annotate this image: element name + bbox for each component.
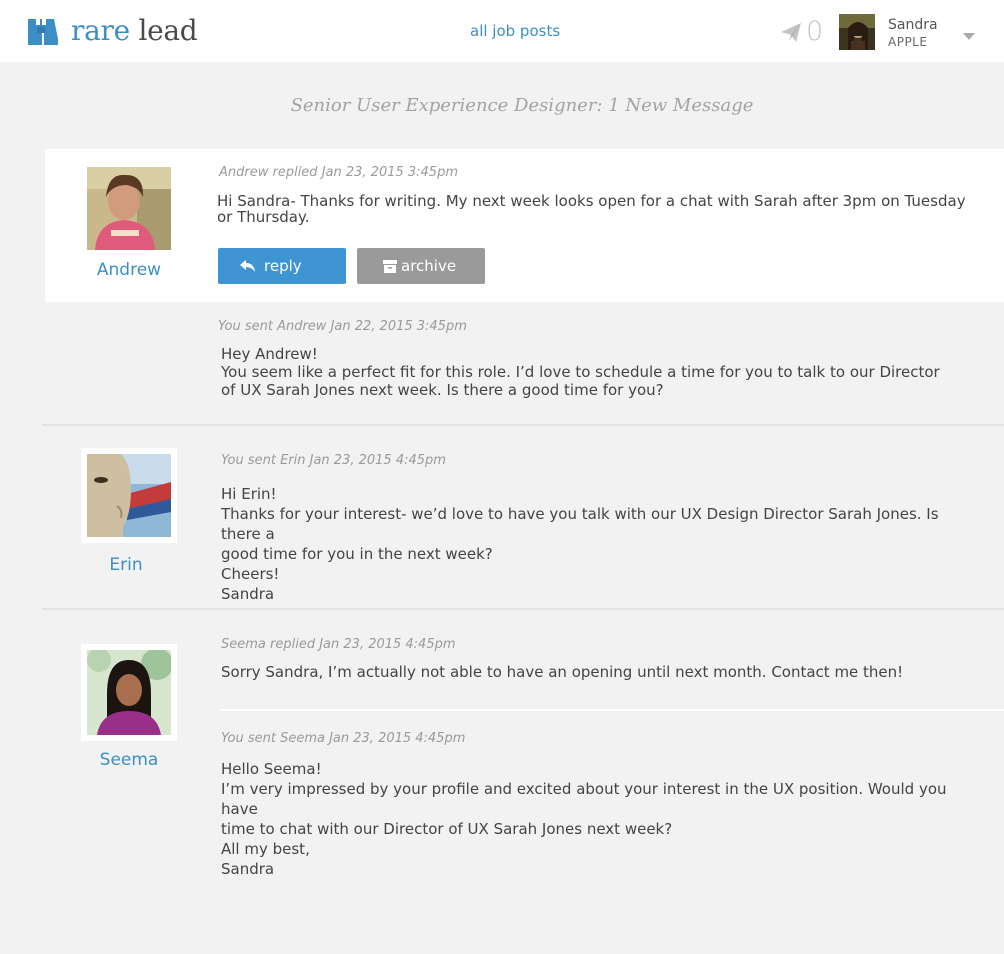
seema-photo bbox=[87, 650, 171, 735]
message-body: Sorry Sandra, I’m actually not able to h… bbox=[221, 663, 904, 681]
reply-button-label: reply bbox=[264, 257, 302, 275]
person-name-andrew[interactable]: Andrew bbox=[81, 260, 177, 280]
archive-button[interactable]: archive bbox=[357, 248, 485, 284]
all-job-posts-link[interactable]: all job posts bbox=[470, 22, 560, 40]
chevron-down-icon[interactable] bbox=[963, 33, 975, 40]
message-meta: You sent Seema Jan 23, 2015 4:45pm bbox=[221, 731, 466, 746]
sent-messages-indicator[interactable]: 0 bbox=[780, 16, 823, 47]
avatar-andrew[interactable] bbox=[81, 161, 177, 256]
message-meta: You sent Andrew Jan 22, 2015 3:45pm bbox=[218, 319, 467, 334]
message-body: Hey Andrew! You seem like a perfect fit … bbox=[221, 345, 940, 399]
person-name-seema[interactable]: Seema bbox=[81, 750, 177, 770]
user-avatar[interactable] bbox=[839, 14, 875, 50]
reply-arrow-icon bbox=[240, 260, 255, 272]
archive-box-icon bbox=[383, 259, 397, 273]
message-meta: Seema replied Jan 23, 2015 4:45pm bbox=[221, 637, 456, 652]
logo-word-lead: lead bbox=[138, 14, 198, 47]
archive-button-label: archive bbox=[401, 257, 457, 275]
avatar-erin[interactable] bbox=[81, 448, 177, 543]
message-divider bbox=[220, 709, 1004, 711]
message-body: Hi Sandra- Thanks for writing. My next w… bbox=[217, 192, 966, 226]
conversation-divider bbox=[42, 424, 1004, 426]
paper-plane-icon bbox=[781, 22, 801, 42]
user-avatar-image bbox=[839, 14, 875, 50]
person-name-erin[interactable]: Erin bbox=[78, 555, 174, 575]
page-title: Senior User Experience Designer: 1 New M… bbox=[290, 95, 754, 116]
top-header: rare lead all job posts 0 Sandra APPLE bbox=[0, 0, 1004, 62]
logo[interactable]: rare lead bbox=[24, 14, 198, 47]
message-meta: Andrew replied Jan 23, 2015 3:45pm bbox=[219, 165, 458, 180]
user-company: APPLE bbox=[888, 35, 928, 49]
binoculars-icon bbox=[28, 18, 58, 45]
message-body: Hello Seema! I’m very impressed by your … bbox=[221, 760, 947, 878]
conversation-divider bbox=[42, 608, 1004, 610]
avatar-seema[interactable] bbox=[81, 644, 177, 741]
reply-button[interactable]: reply bbox=[218, 248, 346, 284]
sent-count: 0 bbox=[806, 16, 824, 47]
user-name: Sandra bbox=[888, 17, 938, 33]
message-meta: You sent Erin Jan 23, 2015 4:45pm bbox=[221, 453, 446, 468]
message-body: Hi Erin! Thanks for your interest- we’d … bbox=[221, 485, 939, 603]
erin-photo bbox=[87, 454, 171, 537]
logo-word-rare: rare bbox=[71, 14, 130, 47]
andrew-photo bbox=[87, 167, 171, 250]
conversation-card-andrew bbox=[45, 149, 1004, 302]
